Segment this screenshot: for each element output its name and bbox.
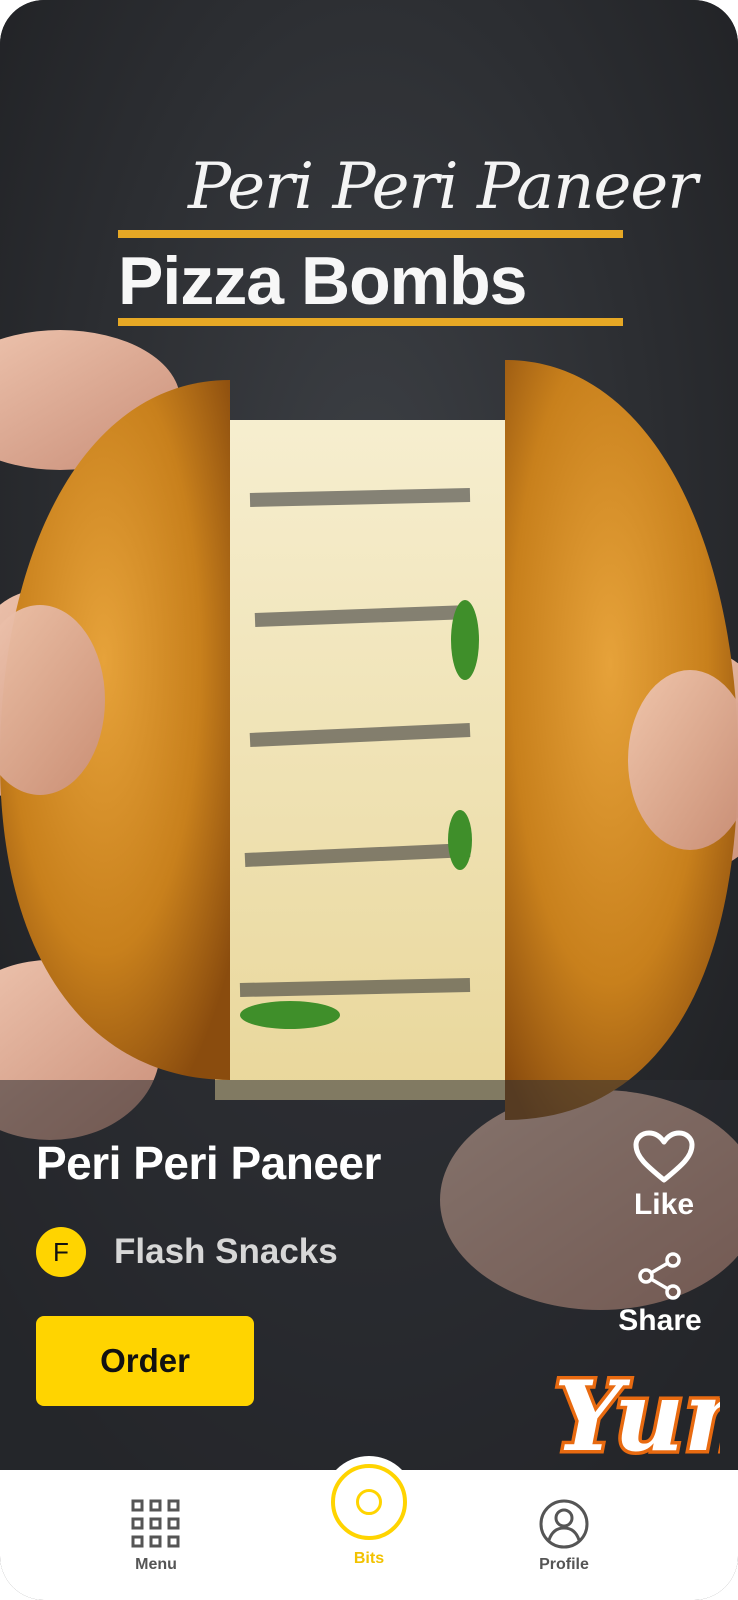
yum-watermark-logo: Yum bbox=[551, 1357, 721, 1469]
nav-item-bits[interactable]: Bits bbox=[279, 1456, 459, 1568]
item-title: Peri Peri Paneer bbox=[36, 1137, 381, 1189]
bits-dot bbox=[356, 1489, 382, 1515]
user-icon bbox=[539, 1499, 589, 1549]
overlay-title-bold: Pizza Bombs bbox=[118, 243, 527, 319]
like-label: Like bbox=[633, 1188, 695, 1221]
shop-avatar[interactable]: F bbox=[36, 1227, 86, 1277]
nav-label-bits: Bits bbox=[353, 1550, 385, 1567]
bottom-navbar: Menu Bits Profile bbox=[0, 1456, 738, 1600]
share-button[interactable]: Share bbox=[610, 1252, 710, 1338]
grid-icon bbox=[131, 1499, 180, 1548]
nav-item-profile[interactable]: Profile bbox=[494, 1498, 634, 1574]
video-overlay-title: Peri Peri Paneer Pizza Bombs bbox=[118, 150, 698, 330]
nav-item-menu[interactable]: Menu bbox=[86, 1498, 226, 1574]
like-button[interactable]: Like bbox=[622, 1130, 706, 1222]
reel-screen: Peri Peri Paneer Pizza Bombs Peri Peri P… bbox=[0, 0, 738, 1600]
heart-icon bbox=[633, 1130, 695, 1183]
order-button[interactable]: Order bbox=[36, 1316, 254, 1406]
watermark-text: Yum bbox=[554, 1360, 720, 1468]
shop-info[interactable]: F Flash Snacks bbox=[36, 1226, 338, 1278]
nav-label-profile: Profile bbox=[539, 1556, 589, 1573]
nav-label-menu: Menu bbox=[135, 1556, 177, 1573]
share-label: Share bbox=[618, 1304, 702, 1337]
title-divider-bottom bbox=[118, 318, 623, 326]
shop-name[interactable]: Flash Snacks bbox=[114, 1232, 338, 1272]
share-icon bbox=[638, 1252, 681, 1300]
title-divider-top bbox=[118, 230, 623, 238]
overlay-title-script: Peri Peri Paneer bbox=[188, 150, 698, 224]
bits-icon bbox=[323, 1456, 415, 1548]
bits-ring bbox=[331, 1464, 407, 1540]
